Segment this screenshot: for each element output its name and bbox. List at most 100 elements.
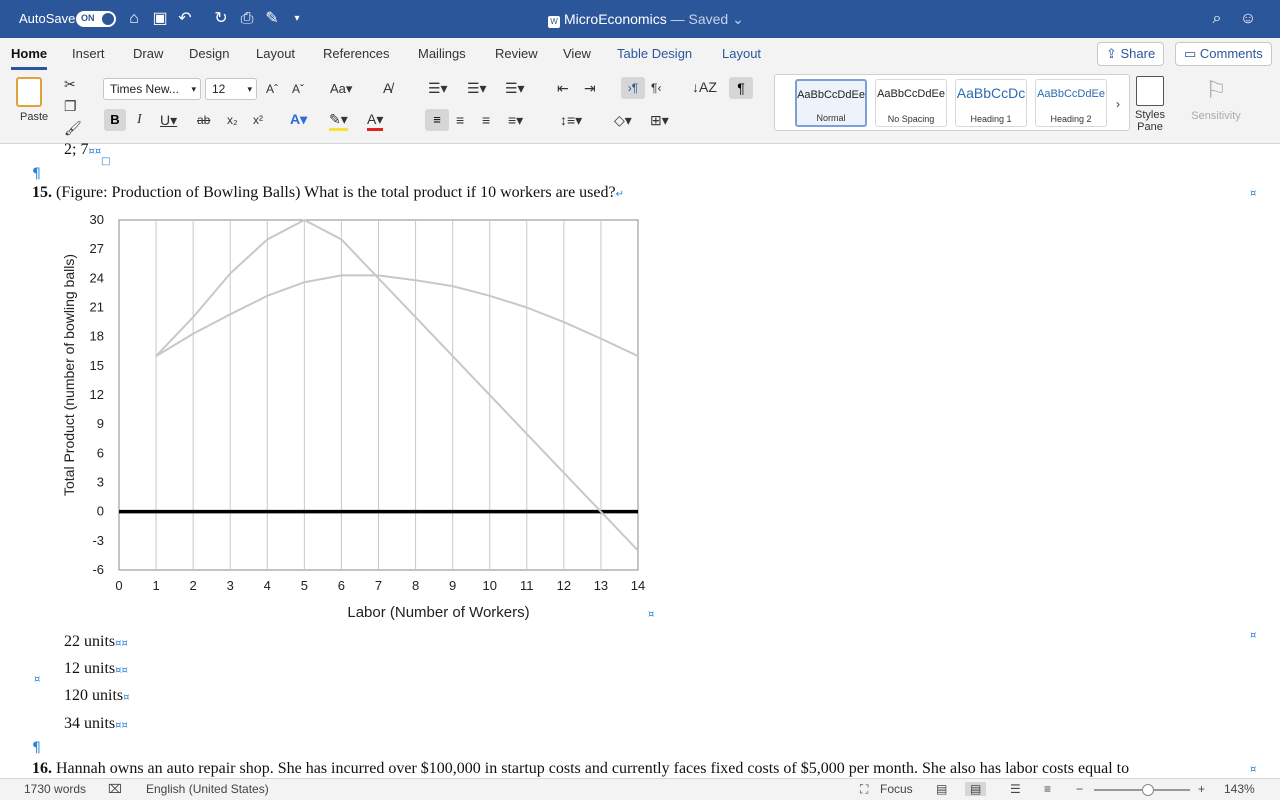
zoom-level[interactable]: 143% [1224, 782, 1255, 796]
align-right-icon[interactable]: ≡ [482, 111, 490, 129]
highlight-icon[interactable]: ✎▾ [329, 110, 348, 131]
font-size-value: 12 [212, 82, 226, 96]
strikethrough-button[interactable]: ab [197, 111, 210, 129]
y-tick-label: 15 [90, 358, 104, 373]
tab-home[interactable]: Home [11, 46, 48, 70]
tab-view[interactable]: View [563, 46, 591, 61]
save-icon[interactable]: ▣ [150, 9, 170, 29]
chevron-right-icon[interactable]: › [1116, 95, 1120, 113]
grow-font-icon[interactable]: Aˆ [266, 80, 278, 98]
change-case-icon[interactable]: Aa▾ [330, 80, 352, 98]
decrease-indent-icon[interactable]: ⇤ [557, 79, 569, 97]
home-icon[interactable]: ⌂ [124, 9, 144, 29]
clear-formatting-icon[interactable]: A̸ [383, 79, 392, 97]
document-title[interactable]: W MicroEconomics — Saved ⌄ [548, 11, 744, 28]
y-tick-label: 12 [90, 387, 104, 402]
align-center-icon[interactable]: ≡ [456, 111, 464, 129]
sensitivity-button[interactable]: ⚐ Sensitivity [1186, 76, 1246, 126]
style-no-spacing[interactable]: AaBbCcDdEe No Spacing [875, 79, 947, 127]
font-name-select[interactable]: Times New... ▾ [103, 78, 201, 100]
show-formatting-button[interactable]: ¶ [729, 77, 753, 99]
outline-icon[interactable]: ☰ [1010, 782, 1021, 796]
autosave-toggle[interactable]: ON [76, 11, 116, 27]
bullets-icon[interactable]: ☰▾ [428, 79, 448, 97]
tab-review[interactable]: Review [495, 46, 538, 61]
subscript-button[interactable]: x₂ [227, 111, 238, 129]
font-color-icon[interactable]: A▾ [367, 110, 384, 131]
answer-option[interactable]: 120 units¤ [64, 687, 130, 705]
rtl-button[interactable]: ¶‹ [651, 79, 661, 97]
word-count[interactable]: 1730 words [24, 782, 86, 796]
x-tick-label: 3 [227, 578, 234, 593]
web-layout-icon[interactable]: ▤ [965, 782, 987, 796]
tab-draw[interactable]: Draw [133, 46, 163, 61]
focus-label[interactable]: Focus [880, 782, 913, 796]
zoom-slider-thumb[interactable] [1142, 784, 1154, 796]
focus-icon[interactable]: ⛶ [860, 782, 868, 797]
smiley-icon[interactable]: ☺ [1238, 9, 1258, 29]
sensitivity-icon: ⚐ [1205, 77, 1227, 104]
tab-layout[interactable]: Layout [256, 46, 295, 61]
sort-icon[interactable]: ↓AZ [692, 78, 717, 96]
increase-indent-icon[interactable]: ⇥ [584, 79, 596, 97]
bold-button[interactable]: B [104, 109, 126, 131]
zoom-in-icon[interactable]: + [1198, 782, 1205, 796]
tab-mailings[interactable]: Mailings [418, 46, 466, 61]
draft-icon[interactable]: ≡ [1044, 782, 1051, 796]
shrink-font-icon[interactable]: Aˇ [292, 80, 304, 98]
cut-icon[interactable]: ✂ [64, 75, 76, 93]
x-tick-label: 12 [557, 578, 571, 593]
language-label[interactable]: English (United States) [146, 782, 269, 796]
search-icon[interactable]: ⌕ [1207, 9, 1227, 29]
align-left-button[interactable]: ≡ [425, 109, 449, 131]
numbering-icon[interactable]: ☰▾ [467, 79, 487, 97]
justify-icon[interactable]: ≡▾ [508, 111, 523, 129]
tab-table-layout[interactable]: Layout [722, 46, 761, 61]
print-icon[interactable]: ⎙ [237, 9, 257, 29]
total-product-chart: 0 1 2 3 4 5 6 7 8 9 10 11 12 13 14302724211815129630-3… [61, 212, 645, 621]
title-bar: AutoSave ON ⌂ ▣ ↶ ↻ ⎙ ✎ ▾ W MicroEconomic… [0, 0, 1280, 38]
customize-chevron-icon[interactable]: ▾ [287, 9, 307, 29]
share-label: Share [1120, 46, 1156, 61]
tab-table-design[interactable]: Table Design [617, 46, 692, 61]
font-size-select[interactable]: 12 ▾ [205, 78, 257, 100]
y-tick-label: 3 [97, 475, 104, 490]
style-normal[interactable]: AaBbCcDdEe Normal [795, 79, 867, 127]
edit-icon[interactable]: ✎ [262, 9, 282, 29]
y-axis-label: Total Product (number of bowling balls) [61, 254, 77, 496]
redo-icon[interactable]: ↻ [211, 9, 231, 29]
proofing-icon[interactable]: ⌧ [108, 782, 122, 796]
ltr-button[interactable]: ›¶ [621, 77, 645, 99]
row-marker-icon: ¤ [1250, 764, 1257, 775]
x-tick-label: 10 [482, 578, 496, 593]
zoom-out-icon[interactable]: − [1076, 782, 1083, 796]
style-heading-2[interactable]: AaBbCcDdEe Heading 2 [1035, 79, 1107, 127]
tab-references[interactable]: References [323, 46, 389, 61]
share-button[interactable]: ⇪ Share [1097, 42, 1165, 66]
multilevel-list-icon[interactable]: ☰▾ [505, 79, 525, 97]
italic-button[interactable]: I [137, 111, 142, 129]
format-painter-icon[interactable]: 🖌 [64, 119, 82, 137]
answer-option[interactable]: 34 units¤¤ [64, 715, 128, 733]
zoom-slider[interactable] [1094, 784, 1190, 796]
paste-label[interactable]: Paste [20, 111, 48, 123]
comments-button[interactable]: ▭ Comments [1175, 42, 1272, 66]
undo-icon[interactable]: ↶ [175, 9, 195, 29]
borders-icon[interactable]: ⊞▾ [650, 111, 669, 129]
answer-option[interactable]: 12 units¤¤ [64, 660, 128, 678]
shading-icon[interactable]: ◇▾ [614, 111, 632, 129]
copy-icon[interactable]: ❐ [64, 97, 77, 115]
print-layout-icon[interactable]: ▤ [936, 782, 947, 796]
superscript-button[interactable]: x² [253, 111, 263, 129]
styles-pane-button[interactable]: Styles Pane [1133, 76, 1167, 138]
text-effects-icon[interactable]: A▾ [290, 110, 307, 128]
tab-insert[interactable]: Insert [72, 46, 105, 61]
underline-button[interactable]: U▾ [160, 111, 177, 129]
paste-icon[interactable] [16, 77, 42, 107]
answer-option[interactable]: 22 units¤¤ [64, 633, 128, 651]
tab-design[interactable]: Design [189, 46, 229, 61]
cell-marker-icon: ¤¤ [115, 665, 128, 676]
line-spacing-icon[interactable]: ↕≡▾ [560, 111, 582, 129]
style-heading-1[interactable]: AaBbCcDc Heading 1 [955, 79, 1027, 127]
document-canvas[interactable]: 2; 7¤¤ □ ¶ 15. (Figure: Production of Bo… [0, 141, 1280, 778]
